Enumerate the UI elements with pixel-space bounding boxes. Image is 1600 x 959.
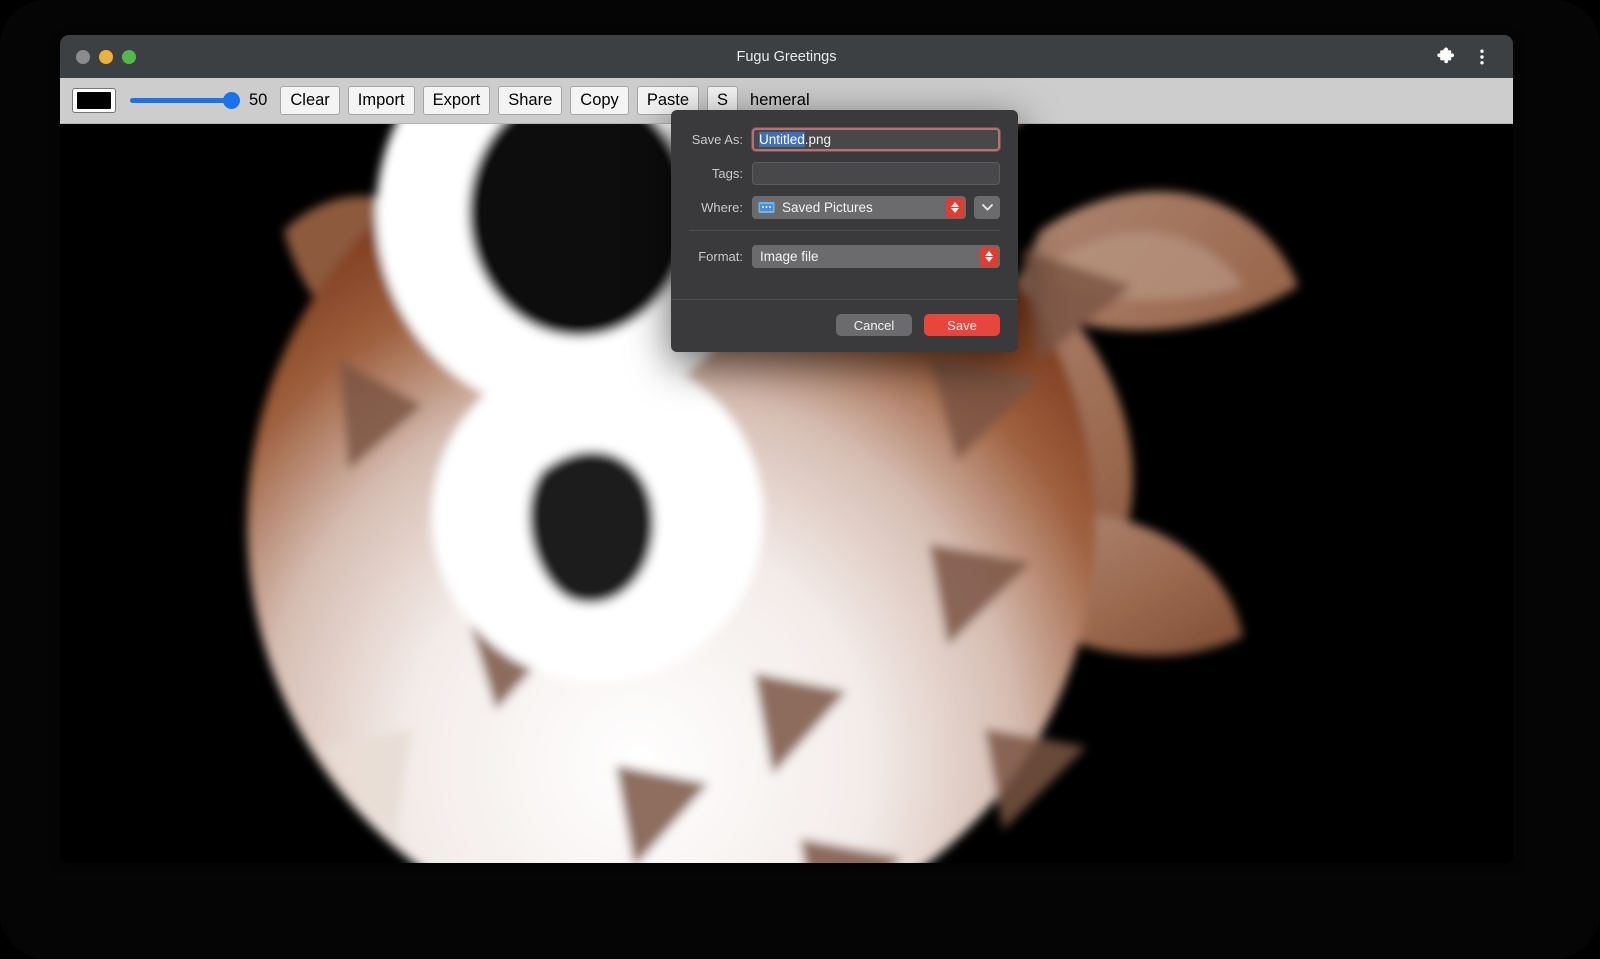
- chevron-up-icon: [951, 202, 959, 207]
- copy-button[interactable]: Copy: [570, 86, 629, 115]
- save-as-selected-text: Untitled: [759, 132, 805, 147]
- where-stepper[interactable]: [946, 198, 964, 218]
- titlebar-actions: [1435, 46, 1493, 68]
- format-select[interactable]: Image file: [752, 245, 1000, 268]
- share-button[interactable]: Share: [498, 86, 562, 115]
- save-as-row: Save As: Untitled.png: [689, 128, 1000, 151]
- app-window: Fugu Greetings: [60, 35, 1513, 863]
- save-confirm-button[interactable]: Save: [924, 314, 1000, 336]
- dialog-divider-top: [689, 230, 1000, 231]
- save-as-label: Save As:: [689, 132, 752, 147]
- slider-thumb[interactable]: [223, 92, 240, 109]
- format-stepper[interactable]: [980, 247, 998, 267]
- brush-size-slider[interactable]: [130, 89, 238, 113]
- tags-row: Tags:: [689, 162, 1000, 185]
- expand-browser-button[interactable]: [974, 196, 1000, 219]
- more-menu-kebab-icon[interactable]: [1471, 46, 1493, 68]
- ephemeral-checkbox-label: hemeral: [750, 91, 810, 110]
- import-button[interactable]: Import: [348, 86, 415, 115]
- chevron-up-icon: [985, 251, 993, 256]
- chevron-down-icon: [951, 208, 959, 213]
- chevron-down-icon: [982, 204, 993, 211]
- desktop-background: Fugu Greetings: [0, 0, 1600, 959]
- save-as-extension-text: .png: [805, 132, 831, 147]
- color-picker-input[interactable]: [72, 88, 116, 113]
- save-dialog-body: Save As: Untitled.png Tags: Where:: [671, 110, 1018, 291]
- format-value: Image file: [760, 249, 819, 264]
- cancel-button[interactable]: Cancel: [836, 314, 912, 336]
- tags-input[interactable]: [752, 162, 1000, 185]
- where-label: Where:: [689, 200, 752, 215]
- folder-icon: [758, 201, 775, 214]
- slider-track: [130, 98, 238, 103]
- window-controls: [76, 50, 136, 64]
- where-value: Saved Pictures: [782, 200, 873, 215]
- maximize-window-button[interactable]: [122, 50, 136, 64]
- format-row: Format: Image file: [689, 245, 1000, 268]
- clear-button[interactable]: Clear: [280, 86, 339, 115]
- save-as-input[interactable]: Untitled.png: [752, 128, 1000, 151]
- brush-size-value: 50: [249, 91, 267, 110]
- where-row: Where: Saved Pictures: [689, 196, 1000, 219]
- dialog-footer: Cancel Save: [671, 299, 1018, 352]
- export-button[interactable]: Export: [423, 86, 491, 115]
- close-window-button[interactable]: [76, 50, 90, 64]
- save-file-dialog: Save As: Untitled.png Tags: Where:: [671, 110, 1018, 352]
- window-title: Fugu Greetings: [60, 49, 1513, 65]
- where-location-select[interactable]: Saved Pictures: [752, 196, 966, 219]
- extensions-puzzle-icon[interactable]: [1435, 46, 1457, 68]
- minimize-window-button[interactable]: [99, 50, 113, 64]
- color-swatch-preview: [77, 92, 111, 109]
- tags-label: Tags:: [689, 166, 752, 181]
- format-label: Format:: [689, 249, 752, 264]
- window-titlebar: Fugu Greetings: [60, 35, 1513, 78]
- chevron-down-icon: [985, 257, 993, 262]
